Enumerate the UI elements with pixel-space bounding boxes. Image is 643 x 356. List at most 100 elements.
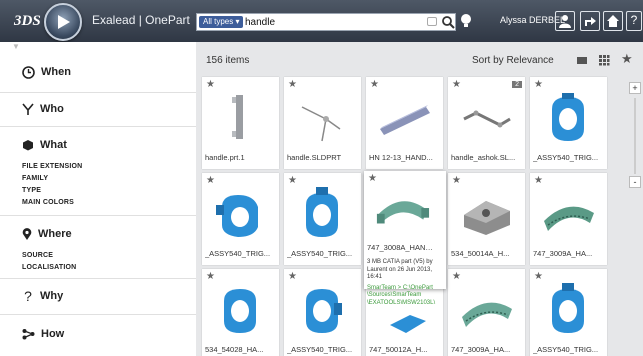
facet-why[interactable]: ? Why xyxy=(0,278,196,304)
results-panel: 156 items Sort by Relevance ★ ★ handle.p… xyxy=(196,42,643,356)
items-count: 156 items xyxy=(206,55,250,66)
collapse-chevron-icon[interactable]: ▼ xyxy=(12,42,20,51)
tile-caption: handle_ashok.SL... xyxy=(451,153,516,162)
tile-caption: 534_50014A_H... xyxy=(451,249,510,258)
part-thumbnail xyxy=(380,105,430,135)
part-thumbnail xyxy=(552,283,584,333)
result-tile[interactable]: ★ handle.SLDPRT xyxy=(284,77,361,169)
result-tile[interactable]: ★ _ASSY540_TRIG... xyxy=(284,269,361,356)
facet-file-extension[interactable]: FILE EXTENSION xyxy=(22,163,82,170)
part-thumbnail xyxy=(216,195,258,237)
facet-what[interactable]: What FILE EXTENSION FAMILY TYPE MAIN COL… xyxy=(0,126,196,206)
cube-icon xyxy=(23,140,33,151)
part-thumbnail xyxy=(306,289,342,333)
sort-dropdown[interactable]: Sort by Relevance xyxy=(472,55,554,66)
facet-localisation[interactable]: LOCALISATION xyxy=(22,264,76,271)
tooltip-path[interactable]: \EXATOOLS\MSW2103L\ xyxy=(367,300,445,308)
tile-caption: 747_50012A_H... xyxy=(369,345,428,354)
clock-icon xyxy=(22,65,35,79)
tile-tooltip: 3 MB CATIA part (V5) by Laurent on 26 Ju… xyxy=(367,259,445,307)
tile-caption: handle.SLDPRT xyxy=(287,153,342,162)
zoom-track[interactable] xyxy=(634,98,636,174)
tooltip-author: Laurent on 26 Jun 2013, xyxy=(367,266,433,273)
part-thumbnail xyxy=(301,106,341,142)
part-thumbnail xyxy=(544,206,594,231)
tile-caption: _ASSY540_TRIG... xyxy=(533,153,599,162)
part-thumbnail xyxy=(232,95,243,139)
part-thumbnail xyxy=(224,289,256,333)
tooltip-info: 3 MB CATIA part (V5) by xyxy=(367,259,433,265)
tile-caption: _ASSY540_TRIG... xyxy=(533,345,599,354)
zoom-in-button[interactable]: + xyxy=(629,82,641,94)
search-bar: All types ▾ xyxy=(196,13,456,31)
app-title: Exalead | OnePart xyxy=(92,13,190,27)
facet-who[interactable]: Who xyxy=(0,92,196,115)
tile-caption: 747_3008A_HANDL... xyxy=(367,243,438,252)
type-filter-select[interactable]: All types ▾ xyxy=(199,16,244,28)
part-thumbnail xyxy=(376,201,430,224)
result-tile[interactable]: ★ handle.prt.1 xyxy=(202,77,279,169)
result-tile[interactable]: ★ _ASSY540_TRIG... xyxy=(530,269,607,356)
result-tile[interactable]: ★ 534_50014A_H... xyxy=(448,173,525,265)
facet-who-label: Who xyxy=(40,103,64,115)
version-count-badge: 2 xyxy=(512,81,522,88)
result-tile[interactable]: ★ 747_3009A_HA... xyxy=(530,173,607,265)
part-thumbnail xyxy=(462,302,512,327)
tile-caption: 747_3009A_HA... xyxy=(533,249,593,258)
share-icon[interactable] xyxy=(580,11,600,31)
grid-view-icon[interactable] xyxy=(598,54,610,66)
ds-logo: 3DS xyxy=(14,13,41,29)
facet-what-label: What xyxy=(40,139,67,151)
facet-source[interactable]: SOURCE xyxy=(22,252,53,259)
tooltip-path[interactable]: \Sources\SmarTeam xyxy=(367,292,445,300)
result-tile-hovered[interactable]: ★ 747_3008A_HANDL... 3 MB CATIA part (V5… xyxy=(364,171,446,306)
tile-caption: handle.prt.1 xyxy=(205,153,245,162)
facet-where-label: Where xyxy=(38,228,72,240)
part-thumbnail xyxy=(464,201,510,235)
result-tile[interactable]: ★ 747_3009A_HA... xyxy=(448,269,525,356)
part-thumbnail xyxy=(306,187,338,237)
facet-family[interactable]: FAMILY xyxy=(22,175,48,182)
tile-caption: _ASSY540_TRIG... xyxy=(287,345,353,354)
list-view-icon[interactable] xyxy=(576,54,588,66)
tile-caption: _ASSY540_TRIG... xyxy=(287,249,353,258)
facet-main-colors[interactable]: MAIN COLORS xyxy=(22,199,74,206)
top-bar: 3DS Exalead | OnePart All types ▾ Alyssa… xyxy=(0,0,643,42)
facet-how[interactable]: How xyxy=(0,314,196,340)
zoom-out-button[interactable]: - xyxy=(629,176,641,188)
help-icon[interactable]: ? xyxy=(626,11,642,31)
zoom-slider[interactable]: + - xyxy=(629,82,641,192)
facet-when-label: When xyxy=(41,66,71,78)
tile-caption: _ASSY540_TRIG... xyxy=(205,249,271,258)
lightbulb-icon[interactable] xyxy=(460,13,472,29)
facet-type[interactable]: TYPE xyxy=(22,187,41,194)
result-tile[interactable]: ★ _ASSY540_TRIG... xyxy=(284,173,361,265)
facet-why-label: Why xyxy=(40,290,64,302)
result-tile[interactable]: ★ HN 12-13_HAND... xyxy=(366,77,443,169)
home-icon[interactable] xyxy=(603,11,623,31)
tooltip-time: 16:41 xyxy=(367,274,383,280)
result-tile[interactable]: ★ _ASSY540_TRIG... xyxy=(202,173,279,265)
location-pin-icon xyxy=(22,227,32,240)
search-icon[interactable] xyxy=(441,15,455,29)
favorites-star-icon[interactable]: ★ xyxy=(621,51,633,66)
part-thumbnail xyxy=(552,93,584,141)
part-thumbnail xyxy=(463,110,511,128)
tile-caption: 747_3009A_HA... xyxy=(451,345,511,354)
question-icon: ? xyxy=(24,288,32,304)
facet-how-label: How xyxy=(41,328,65,340)
search-input[interactable] xyxy=(245,15,415,29)
result-tile[interactable]: ★ 2 handle_ashok.SL... xyxy=(448,77,525,169)
tooltip-path[interactable]: SmarTeam > C:\OnePart xyxy=(367,285,445,293)
result-tile[interactable]: ★ 534_54028_HA... xyxy=(202,269,279,356)
person-icon xyxy=(22,102,34,115)
workflow-icon xyxy=(22,329,35,340)
tile-caption: 534_54028_HA... xyxy=(205,345,264,354)
compass-icon[interactable] xyxy=(44,3,82,41)
clear-search-icon[interactable] xyxy=(427,17,437,26)
result-tile[interactable]: ★ _ASSY540_TRIG... xyxy=(530,77,607,169)
facet-where[interactable]: Where SOURCE LOCALISATION xyxy=(0,215,196,271)
facet-sidebar: ▼ When Who What FILE EXTENSION FAMILY TY… xyxy=(0,42,196,356)
tile-caption: HN 12-13_HAND... xyxy=(369,153,433,162)
user-avatar-icon[interactable] xyxy=(555,11,575,31)
